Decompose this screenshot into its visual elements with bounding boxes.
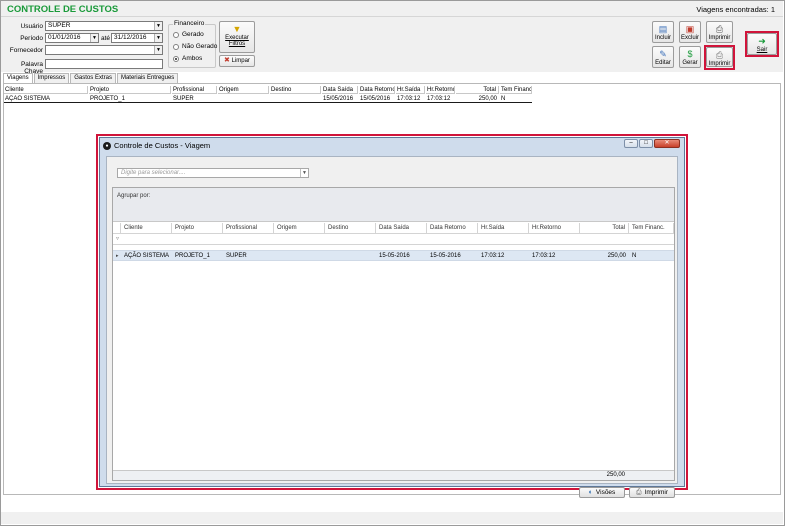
column-header[interactable]: Profissional <box>223 223 274 234</box>
column-header[interactable]: Hr.Saída <box>478 223 529 234</box>
edit-document-icon: ✎ <box>659 49 667 59</box>
column-header[interactable]: Projeto <box>89 86 171 94</box>
eraser-icon: ✖ <box>224 57 230 64</box>
lookup-placeholder: Digite para selecionar.... <box>121 170 186 176</box>
radio-dot[interactable] <box>173 43 179 50</box>
radio-dot[interactable] <box>173 31 179 38</box>
column-header[interactable]: Data Saída <box>322 86 358 94</box>
column-header[interactable]: Cliente <box>121 223 172 234</box>
edit-button[interactable]: ✎ Editar <box>652 46 674 68</box>
tab-gastos-extras[interactable]: Gastos Extras <box>70 73 116 83</box>
report-dialog: ● Controle de Custos - Viagem – □ ✕ Digi… <box>99 137 685 498</box>
supplier-label: Fornecedor <box>9 47 43 54</box>
column-header[interactable]: Total <box>456 86 499 94</box>
row-indicator-header <box>113 223 121 234</box>
group-by-label: Agrupar por: <box>117 193 151 199</box>
print-button-highlight <box>704 45 735 70</box>
period-from-field[interactable]: 01/01/2016 ▼ <box>45 33 99 43</box>
clear-button[interactable]: ✖ Limpar <box>219 55 255 67</box>
tab-materiais-entregues[interactable]: Materiais Entregues <box>116 73 179 83</box>
title-bar: CONTROLE DE CUSTOS Viagens encontradas: … <box>1 1 783 17</box>
dialog-body: Digite para selecionar.... ▼ Agrupar por… <box>106 156 678 498</box>
column-header[interactable]: Origem <box>274 223 325 234</box>
report-grid[interactable]: Agrupar por: Cliente Projeto Profissiona… <box>112 187 675 481</box>
filter-area: Usuário SUPER ▼ Período 01/01/2016 ▼ até… <box>1 17 783 75</box>
column-header[interactable]: Data Retorno <box>427 223 478 234</box>
table-row[interactable]: ▸ AÇÃO SISTEMA PROJETO_1 SUPER 15-05-201… <box>113 250 674 261</box>
delete-button[interactable]: ▣ Excluir <box>679 21 701 43</box>
lookup-select[interactable]: Digite para selecionar.... ▼ <box>117 168 309 178</box>
bottom-bar <box>1 512 783 524</box>
calendar-dropdown-icon[interactable]: ▼ <box>154 34 162 42</box>
table-row[interactable]: AÇÃO SISTEMA PROJETO_1 SUPER 15/05/2016 … <box>4 95 532 103</box>
chevron-down-icon[interactable]: ▼ <box>154 46 162 54</box>
filter-row[interactable]: ▿ <box>113 234 674 245</box>
column-header[interactable]: Data Saída <box>376 223 427 234</box>
calendar-dropdown-icon[interactable]: ▼ <box>90 34 98 42</box>
tab-impressos[interactable]: Impressos <box>33 73 70 83</box>
column-header[interactable]: Profissional <box>172 86 217 94</box>
window-controls: – □ ✕ <box>624 139 680 148</box>
maximize-icon[interactable]: □ <box>639 139 653 148</box>
group-by-panel[interactable]: Agrupar por: <box>113 188 674 222</box>
funnel-icon: ▼ <box>232 24 242 34</box>
exit-button-highlight <box>745 31 779 57</box>
chevron-down-icon[interactable]: ▼ <box>154 22 162 30</box>
radio-gerado[interactable]: Gerado <box>173 31 204 38</box>
radio-nao-gerado[interactable]: Não Gerado <box>173 43 217 50</box>
app-logo-icon: ● <box>103 142 111 150</box>
delete-document-icon: ▣ <box>685 24 695 34</box>
column-header[interactable]: Destino <box>325 223 376 234</box>
period-to-field[interactable]: 31/12/2016 ▼ <box>111 33 163 43</box>
column-header[interactable]: Hr.Retorno <box>529 223 580 234</box>
column-header[interactable]: Destino <box>270 86 321 94</box>
minimize-icon[interactable]: – <box>624 139 638 148</box>
column-header[interactable]: Total <box>580 223 629 234</box>
add-document-icon: ▤ <box>658 24 668 34</box>
column-header[interactable]: Hr.Retorno <box>426 86 455 94</box>
tab-viagens[interactable]: Viagens <box>3 73 33 83</box>
views-icon: ◐ <box>588 489 593 496</box>
close-icon[interactable]: ✕ <box>654 139 680 148</box>
dollar-icon: $ <box>687 49 693 59</box>
row-pointer-icon: ▸ <box>116 253 119 259</box>
filter-row-icon: ▿ <box>116 236 120 242</box>
period-label: Período <box>20 35 43 42</box>
radio-ambos[interactable]: Ambos <box>173 55 202 62</box>
column-header[interactable]: Origem <box>218 86 269 94</box>
column-header[interactable]: Tem Financ. <box>500 86 532 94</box>
views-button[interactable]: ◐ Visões <box>579 487 625 498</box>
generate-button[interactable]: $ Gerar <box>679 46 701 68</box>
print-button[interactable]: ⎙ Imprimir <box>706 21 733 43</box>
keyword-input[interactable] <box>45 59 163 69</box>
supplier-select[interactable]: ▼ <box>45 45 163 55</box>
column-header[interactable]: Hr.Saída <box>396 86 425 94</box>
trips-found-counter: Viagens encontradas: 1 <box>696 5 775 14</box>
footer-total: 250,00 <box>606 472 625 478</box>
column-header[interactable]: Tem Financ. <box>629 223 674 234</box>
print-dialog-button[interactable]: ⎙ Imprimir <box>629 487 675 498</box>
financial-group-label: Financeiro <box>173 20 206 27</box>
user-select[interactable]: SUPER ▼ <box>45 21 163 31</box>
printer-icon: ⎙ <box>715 24 724 34</box>
app-title: CONTROLE DE CUSTOS <box>7 4 119 15</box>
run-filters-button[interactable]: ▼ Executar Filtros <box>219 21 255 53</box>
grid-footer: 250,00 <box>113 470 674 480</box>
dialog-title: Controle de Custos - Viagem <box>114 141 211 150</box>
user-label: Usuário <box>20 23 43 30</box>
column-header[interactable]: Data Retorno <box>359 86 395 94</box>
period-to-label: até <box>101 35 111 42</box>
include-button[interactable]: ▤ Incluir <box>652 21 674 43</box>
chevron-down-icon[interactable]: ▼ <box>300 169 308 177</box>
tab-bar: Viagens Impressos Gastos Extras Materiai… <box>3 73 179 83</box>
radio-dot-selected[interactable] <box>173 55 179 62</box>
printer-icon: ⎙ <box>635 489 642 496</box>
column-header[interactable]: Cliente <box>4 86 88 94</box>
column-header[interactable]: Projeto <box>172 223 223 234</box>
